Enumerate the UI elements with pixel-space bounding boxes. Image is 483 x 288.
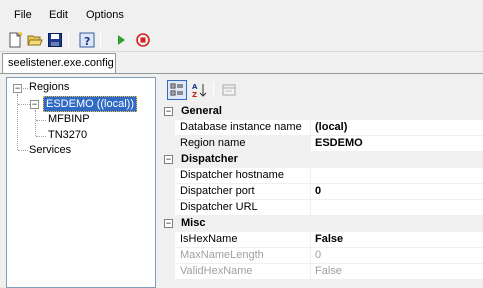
category-label: Dispatcher [181,153,238,165]
row-gutter [161,168,175,184]
tree-line [35,110,36,136]
tree-node-services[interactable]: Services [29,144,71,156]
property-name: MaxNameLength [175,248,311,264]
menu-edit[interactable]: Edit [49,9,68,21]
toolbar-separator [100,32,101,48]
row-gutter [161,232,175,248]
new-file-icon[interactable] [6,31,24,49]
property-row[interactable]: IsHexName False [161,232,483,248]
save-icon[interactable] [46,31,64,49]
tree-node-regions[interactable]: Regions [29,81,69,93]
tree-line [18,104,30,105]
category-general[interactable]: − General [161,104,483,120]
property-pages-icon[interactable] [219,80,239,100]
category-misc[interactable]: − Misc [161,216,483,232]
menu-bar: File Edit Options [0,0,483,28]
property-row[interactable]: Dispatcher URL [161,200,483,216]
property-row[interactable]: Region name ESDEMO [161,136,483,152]
collapse-category-icon[interactable]: − [164,155,173,164]
property-row[interactable]: MaxNameLength 0 [161,248,483,264]
tree-line [17,94,18,150]
property-row[interactable]: Database instance name (local) [161,120,483,136]
property-value[interactable]: ESDEMO [311,136,483,152]
property-name: Dispatcher hostname [175,168,311,184]
property-value[interactable]: (local) [311,120,483,136]
category-dispatcher[interactable]: − Dispatcher [161,152,483,168]
run-icon[interactable] [112,31,130,49]
tree-line [23,88,28,89]
property-value[interactable]: False [311,232,483,248]
toolbar: ? [0,28,483,52]
main-content: − Regions − ESDEMO ((local)) MFBINP TN32… [0,73,483,288]
row-gutter [161,200,175,216]
category-label: General [181,105,222,117]
property-value: 0 [311,248,483,264]
row-gutter [161,248,175,264]
menu-file[interactable]: File [14,9,32,21]
tree-node-region-esdemo[interactable]: ESDEMO ((local)) [43,96,138,112]
property-row[interactable]: Dispatcher hostname [161,168,483,184]
sort-alphabetical-icon[interactable]: AZ [189,80,209,100]
tree-line [36,120,46,121]
stop-icon[interactable] [134,31,152,49]
row-gutter [161,136,175,152]
row-gutter [161,264,175,280]
open-folder-icon[interactable] [26,31,44,49]
toolbar-separator [68,32,69,48]
property-name: ValidHexName [175,264,311,280]
property-value[interactable] [311,200,483,216]
help-icon[interactable]: ? [78,31,96,49]
tab-config-file[interactable]: seelistener.exe.config [2,53,116,74]
collapse-regions-icon[interactable]: − [13,84,22,93]
property-name: Database instance name [175,120,311,136]
property-name: Dispatcher port [175,184,311,200]
category-label: Misc [181,217,206,229]
svg-text:Z: Z [192,91,197,99]
collapse-category-icon[interactable]: − [164,219,173,228]
svg-text:?: ? [84,35,90,48]
row-gutter [161,184,175,200]
tree-node-tn3270[interactable]: TN3270 [48,129,87,141]
row-gutter [161,120,175,136]
tree-line [36,136,46,137]
tree-node-mfbinp[interactable]: MFBINP [48,113,90,125]
property-value[interactable]: 0 [311,184,483,200]
property-value[interactable] [311,168,483,184]
tree-line [18,150,28,151]
property-value: False [311,264,483,280]
property-name: Region name [175,136,311,152]
collapse-category-icon[interactable]: − [164,107,173,116]
property-name: IsHexName [175,232,311,248]
property-row[interactable]: ValidHexName False [161,264,483,280]
property-name: Dispatcher URL [175,200,311,216]
tab-strip: seelistener.exe.config [0,52,483,74]
toolbar-separator [213,82,214,98]
region-tree[interactable]: − Regions − ESDEMO ((local)) MFBINP TN32… [6,77,156,288]
property-grid: AZ − General Database instance name (loc… [161,77,483,288]
property-row[interactable]: Dispatcher port 0 [161,184,483,200]
collapse-region-icon[interactable]: − [30,100,39,109]
svg-text:A: A [192,83,198,91]
menu-options[interactable]: Options [86,9,124,21]
categorized-view-icon[interactable] [167,80,187,100]
property-grid-toolbar: AZ [161,77,483,103]
